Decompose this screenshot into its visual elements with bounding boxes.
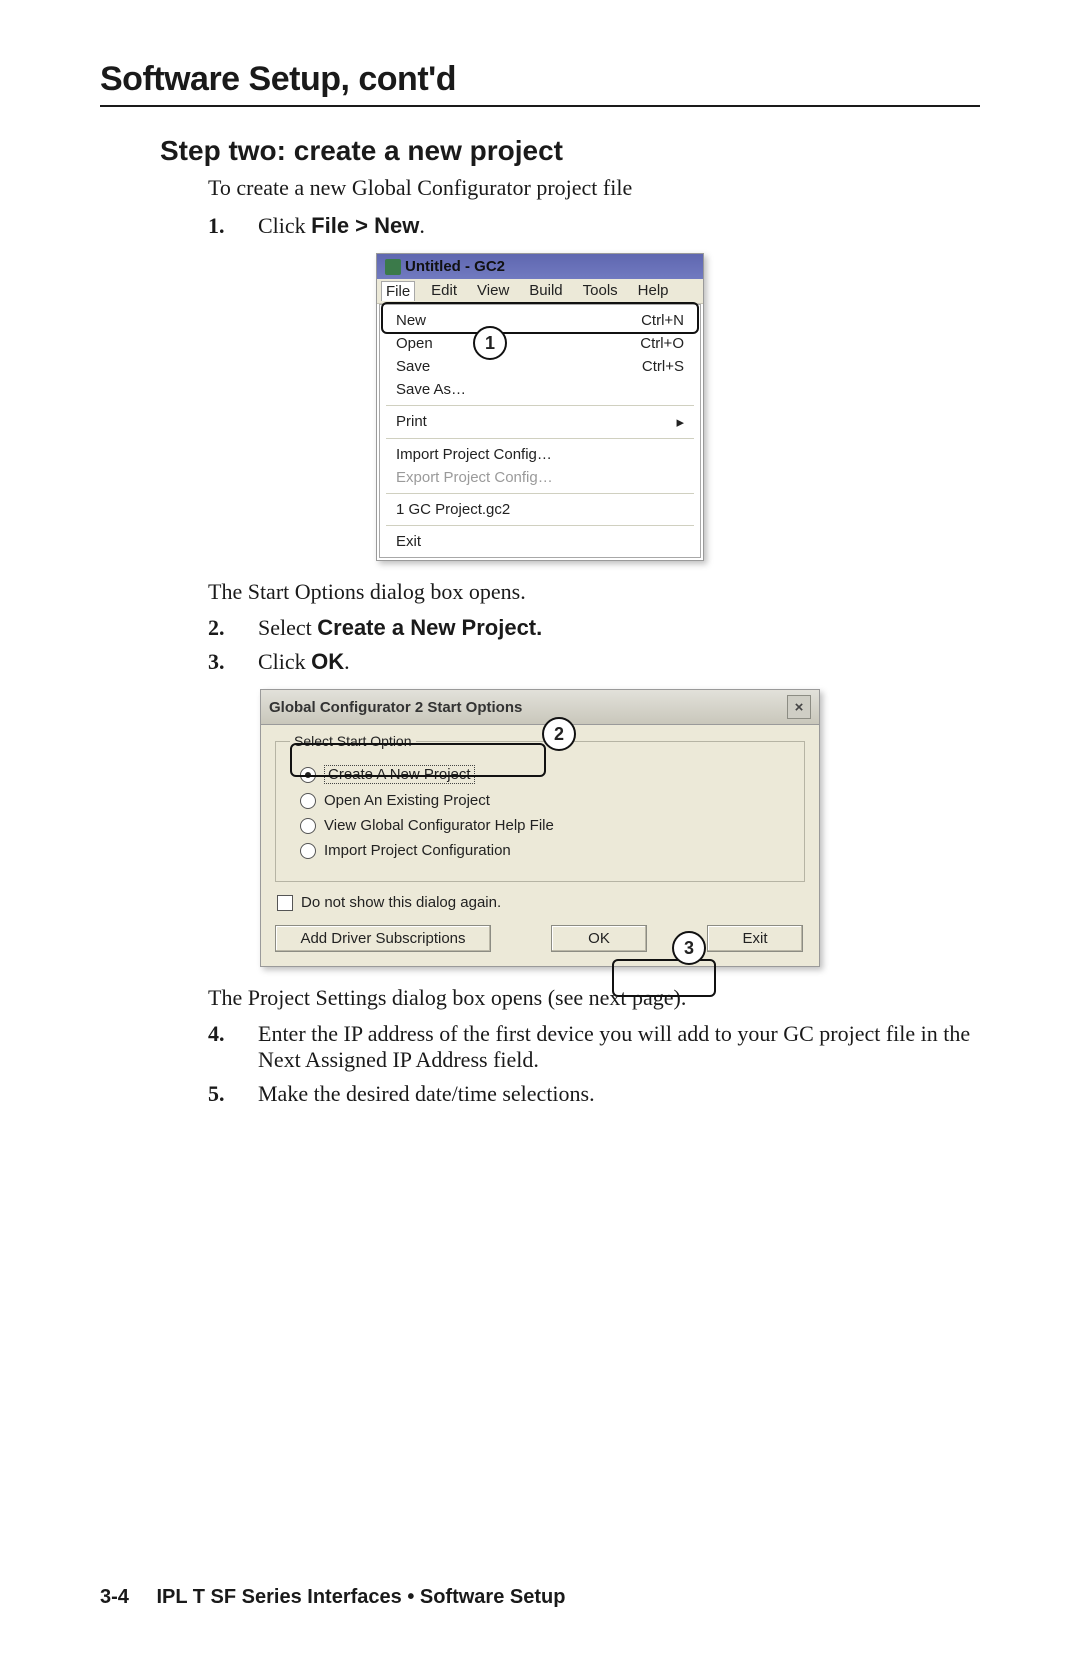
step-1-bold: File > New bbox=[311, 213, 419, 238]
footer-page-number: 3-4 bbox=[100, 1586, 129, 1608]
step-5-text: Make the desired date/time selections. bbox=[258, 1081, 595, 1106]
menu-item-print[interactable]: Print ▸ bbox=[380, 410, 700, 434]
menu-item-open[interactable]: Open Ctrl+O bbox=[380, 332, 700, 355]
option-create-new-label: Create A New Project bbox=[324, 765, 475, 784]
option-view-help[interactable]: View Global Configurator Help File bbox=[300, 817, 790, 834]
option-import-config[interactable]: Import Project Configuration bbox=[300, 842, 790, 859]
start-option-group: Select Start Option Create A New Project… bbox=[275, 733, 805, 882]
title-rule bbox=[100, 105, 980, 107]
step-1-post: . bbox=[419, 213, 425, 238]
dialog-title-bar: Global Configurator 2 Start Options × bbox=[260, 689, 820, 725]
step-3-post: . bbox=[344, 649, 350, 674]
page-title: Software Setup, cont'd bbox=[100, 60, 980, 99]
menu-item-save[interactable]: Save Ctrl+S bbox=[380, 355, 700, 378]
menu-item-recent[interactable]: 1 GC Project.gc2 bbox=[380, 498, 700, 521]
menu-edit[interactable]: Edit bbox=[427, 281, 461, 301]
menu-item-new-label: New bbox=[396, 312, 426, 329]
after-step-3-text: The Project Settings dialog box opens (s… bbox=[208, 985, 980, 1011]
menu-tools[interactable]: Tools bbox=[579, 281, 622, 301]
step-heading: Step two: create a new project bbox=[160, 135, 980, 167]
menu-file[interactable]: File bbox=[381, 281, 415, 301]
footer-text: IPL T SF Series Interfaces • Software Se… bbox=[156, 1586, 565, 1608]
menu-item-export: Export Project Config… bbox=[380, 466, 700, 489]
radio-icon[interactable] bbox=[300, 767, 316, 783]
menu-item-print-label: Print bbox=[396, 413, 427, 431]
step-2-bold: Create a New Project. bbox=[317, 615, 542, 640]
menu-separator bbox=[386, 493, 694, 494]
step-2-pre: Select bbox=[258, 615, 317, 640]
option-open-existing[interactable]: Open An Existing Project bbox=[300, 792, 790, 809]
radio-icon[interactable] bbox=[300, 818, 316, 834]
start-option-legend: Select Start Option bbox=[290, 733, 416, 749]
step-4-text: Enter the IP address of the first device… bbox=[258, 1021, 970, 1072]
menu-item-recent-label: 1 GC Project.gc2 bbox=[396, 501, 510, 518]
checkbox-icon[interactable] bbox=[277, 895, 293, 911]
figure-file-menu: Untitled - GC2 File Edit View Build Tool… bbox=[376, 253, 704, 561]
step-3: 3. Click OK. bbox=[208, 649, 980, 675]
gc2-title-bar: Untitled - GC2 bbox=[377, 254, 703, 279]
menu-help[interactable]: Help bbox=[634, 281, 673, 301]
option-view-help-label: View Global Configurator Help File bbox=[324, 817, 554, 834]
menu-separator bbox=[386, 438, 694, 439]
step-3-bold: OK bbox=[311, 649, 344, 674]
menu-item-exit-label: Exit bbox=[396, 533, 421, 550]
menu-item-open-shortcut: Ctrl+O bbox=[640, 335, 684, 352]
figure-start-options: Global Configurator 2 Start Options × Se… bbox=[260, 689, 820, 967]
option-open-existing-label: Open An Existing Project bbox=[324, 792, 490, 809]
after-step-1-text: The Start Options dialog box opens. bbox=[208, 579, 980, 605]
menu-item-exit[interactable]: Exit bbox=[380, 530, 700, 553]
menu-item-saveas-label: Save As… bbox=[396, 381, 466, 398]
do-not-show-again[interactable]: Do not show this dialog again. bbox=[277, 894, 805, 911]
step-4: 4. Enter the IP address of the first dev… bbox=[208, 1021, 980, 1073]
menu-item-saveas[interactable]: Save As… bbox=[380, 378, 700, 401]
option-create-new[interactable]: Create A New Project bbox=[300, 765, 790, 784]
option-import-config-label: Import Project Configuration bbox=[324, 842, 511, 859]
callout-1: 1 bbox=[473, 326, 507, 360]
step-5: 5. Make the desired date/time selections… bbox=[208, 1081, 980, 1107]
lead-text: To create a new Global Configurator proj… bbox=[208, 175, 980, 201]
step-5-num: 5. bbox=[208, 1081, 225, 1107]
callout-3: 3 bbox=[672, 931, 706, 965]
page-footer: 3-4 IPL T SF Series Interfaces • Softwar… bbox=[100, 1586, 565, 1609]
submenu-arrow-icon: ▸ bbox=[676, 413, 684, 431]
step-3-num: 3. bbox=[208, 649, 225, 675]
menu-item-open-label: Open bbox=[396, 335, 433, 352]
menu-build[interactable]: Build bbox=[525, 281, 566, 301]
step-1-pre: Click bbox=[258, 213, 311, 238]
step-3-pre: Click bbox=[258, 649, 311, 674]
exit-button[interactable]: Exit bbox=[707, 925, 803, 952]
gc2-title: Untitled - GC2 bbox=[405, 258, 505, 275]
menu-item-new[interactable]: New Ctrl+N bbox=[380, 309, 700, 332]
radio-icon[interactable] bbox=[300, 843, 316, 859]
step-1: 1. Click File > New. bbox=[208, 213, 980, 239]
menu-separator bbox=[386, 525, 694, 526]
step-4-num: 4. bbox=[208, 1021, 225, 1047]
menu-item-export-label: Export Project Config… bbox=[396, 469, 553, 486]
menu-bar[interactable]: File Edit View Build Tools Help bbox=[377, 279, 703, 304]
step-2-num: 2. bbox=[208, 615, 225, 641]
dialog-title: Global Configurator 2 Start Options bbox=[269, 699, 522, 716]
menu-separator bbox=[386, 405, 694, 406]
menu-view[interactable]: View bbox=[473, 281, 513, 301]
app-icon bbox=[385, 259, 401, 275]
radio-icon[interactable] bbox=[300, 793, 316, 809]
close-button[interactable]: × bbox=[787, 695, 811, 719]
step-1-num: 1. bbox=[208, 213, 225, 239]
file-dropdown: New Ctrl+N Open Ctrl+O Save Ctrl+S Save … bbox=[379, 304, 701, 558]
menu-item-save-label: Save bbox=[396, 358, 430, 375]
step-2: 2. Select Create a New Project. bbox=[208, 615, 980, 641]
menu-item-save-shortcut: Ctrl+S bbox=[642, 358, 684, 375]
callout-2: 2 bbox=[542, 717, 576, 751]
do-not-show-label: Do not show this dialog again. bbox=[301, 894, 501, 911]
menu-item-new-shortcut: Ctrl+N bbox=[641, 312, 684, 329]
menu-item-import[interactable]: Import Project Config… bbox=[380, 443, 700, 466]
ok-button[interactable]: OK bbox=[551, 925, 647, 952]
menu-item-import-label: Import Project Config… bbox=[396, 446, 552, 463]
add-driver-subscriptions-button[interactable]: Add Driver Subscriptions bbox=[275, 925, 491, 952]
